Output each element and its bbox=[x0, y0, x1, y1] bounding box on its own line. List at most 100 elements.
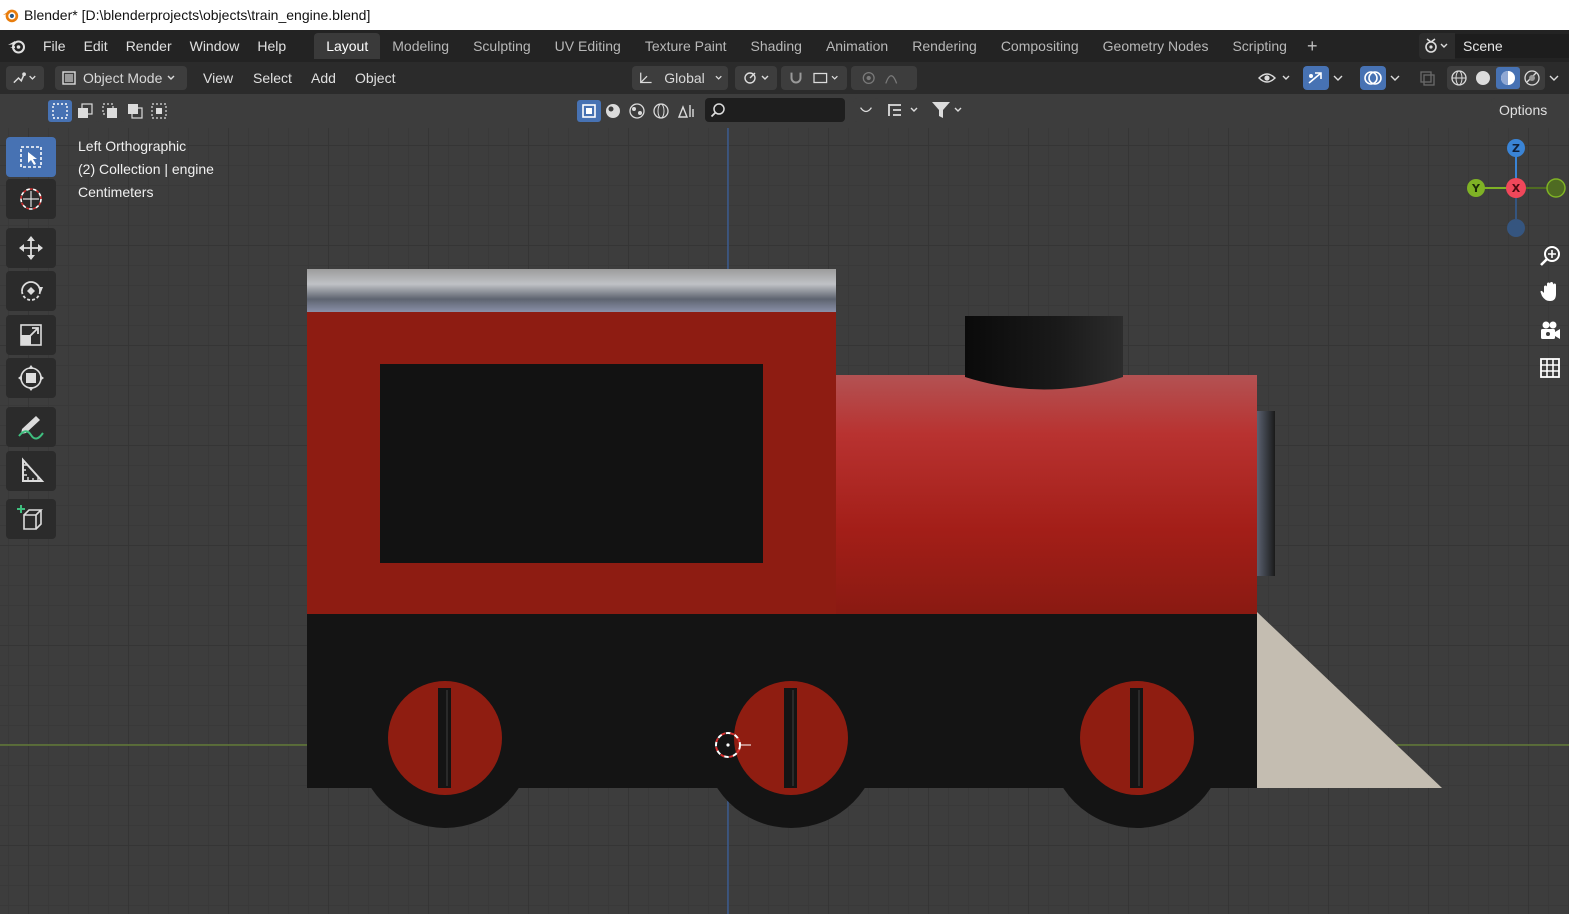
pivot-point-dropdown[interactable] bbox=[735, 66, 777, 90]
pan-button[interactable] bbox=[1533, 275, 1567, 309]
overlays-dropdown[interactable] bbox=[1388, 66, 1408, 90]
texture-icon bbox=[629, 103, 645, 119]
tab-geometry-nodes[interactable]: Geometry Nodes bbox=[1091, 33, 1221, 59]
measure-icon bbox=[22, 457, 45, 482]
menu-render[interactable]: Render bbox=[117, 30, 181, 62]
gizmo-dropdown[interactable] bbox=[1331, 66, 1351, 90]
select-box-tool[interactable] bbox=[6, 137, 56, 177]
menu-add[interactable]: Add bbox=[311, 66, 336, 90]
camera-icon bbox=[1541, 321, 1560, 339]
move-icon bbox=[19, 236, 43, 260]
visibility-dropdown[interactable] bbox=[1257, 66, 1297, 90]
blender-logo-icon bbox=[2, 9, 19, 23]
proportional-edit-icon bbox=[862, 71, 898, 85]
tab-shading[interactable]: Shading bbox=[739, 33, 814, 59]
tab-animation[interactable]: Animation bbox=[814, 33, 900, 59]
selection-mode-group bbox=[48, 100, 170, 122]
object-mode-icon bbox=[62, 71, 76, 85]
window-title: Blender* [D:\blenderprojects\objects\tra… bbox=[24, 7, 371, 23]
cursor-tool[interactable] bbox=[6, 179, 56, 219]
scale-tool[interactable] bbox=[6, 315, 56, 355]
mesh-select-icon bbox=[577, 100, 601, 122]
transform-icon bbox=[18, 365, 44, 391]
snapping-toggle[interactable] bbox=[781, 66, 847, 90]
chevron-down-icon bbox=[1549, 75, 1559, 81]
add-cube-tool[interactable] bbox=[6, 499, 56, 539]
overlays-toggle[interactable] bbox=[1360, 66, 1386, 90]
eye-icon bbox=[1258, 73, 1290, 83]
search-input[interactable] bbox=[705, 98, 845, 122]
transform-tool[interactable] bbox=[6, 358, 56, 398]
select-box-icon bbox=[20, 146, 42, 168]
tab-modeling[interactable]: Modeling bbox=[380, 33, 461, 59]
move-tool[interactable] bbox=[6, 228, 56, 268]
tool-settings-row: Options bbox=[0, 94, 1569, 128]
xray-toggle[interactable] bbox=[1418, 66, 1438, 90]
material-shading-icon bbox=[1496, 67, 1520, 89]
chevron-down-icon bbox=[1390, 75, 1400, 81]
select-subtract-icon bbox=[98, 100, 122, 122]
tab-compositing[interactable]: Compositing bbox=[989, 33, 1091, 59]
tab-layout[interactable]: Layout bbox=[314, 33, 381, 59]
blender-menu-icon[interactable] bbox=[0, 30, 34, 62]
gizmo-neg-z bbox=[1507, 219, 1525, 237]
select-invert-icon bbox=[123, 100, 147, 122]
menu-window[interactable]: Window bbox=[181, 30, 249, 62]
search-icon bbox=[710, 103, 725, 118]
annotate-icon bbox=[18, 416, 44, 440]
camera-view-button[interactable] bbox=[1533, 314, 1567, 348]
ortho-toggle-button[interactable] bbox=[1533, 351, 1567, 385]
editor-type-dropdown[interactable] bbox=[6, 66, 44, 90]
transform-orientation-dropdown[interactable]: Global bbox=[632, 66, 728, 90]
menu-select[interactable]: Select bbox=[253, 66, 292, 90]
chevron-down-icon bbox=[715, 75, 722, 80]
scene-name-field[interactable]: Scene bbox=[1455, 34, 1569, 58]
menu-help[interactable]: Help bbox=[248, 30, 295, 62]
world-icon bbox=[653, 103, 669, 119]
measure-tool[interactable] bbox=[6, 451, 56, 491]
xray-icon bbox=[1420, 71, 1435, 86]
editor-type-icon bbox=[13, 72, 36, 84]
tab-rendering[interactable]: Rendering bbox=[900, 33, 989, 59]
gizmo-toggle[interactable] bbox=[1303, 66, 1329, 90]
menu-file[interactable]: File bbox=[34, 30, 75, 62]
view-name-label: Left Orthographic bbox=[78, 138, 187, 154]
annotate-tool[interactable] bbox=[6, 407, 56, 447]
link-dropdown[interactable] bbox=[853, 98, 879, 122]
grid-icon bbox=[1540, 358, 1560, 378]
3d-viewport[interactable] bbox=[0, 128, 1569, 914]
tab-uv-editing[interactable]: UV Editing bbox=[543, 33, 633, 59]
solid-shading-icon bbox=[1476, 71, 1490, 85]
chevron-down-icon bbox=[167, 75, 175, 80]
rendered-shading-icon bbox=[1524, 70, 1540, 86]
hierarchy-icon bbox=[888, 104, 918, 116]
zoom-icon bbox=[1540, 246, 1560, 266]
orientation-label: Global bbox=[664, 70, 705, 86]
hierarchy-dropdown[interactable] bbox=[885, 98, 925, 122]
menu-edit[interactable]: Edit bbox=[75, 30, 117, 62]
tab-texture-paint[interactable]: Texture Paint bbox=[633, 33, 739, 59]
overlays-icon bbox=[1364, 71, 1382, 85]
scene-icon[interactable] bbox=[1419, 33, 1455, 59]
top-bar: File Edit Render Window Help Layout Mode… bbox=[0, 30, 1569, 62]
gizmo-neg-y bbox=[1546, 178, 1566, 198]
material-icon bbox=[606, 104, 620, 118]
navigation-gizmo[interactable]: Z Y X bbox=[1458, 134, 1566, 238]
proportional-editing-toggle[interactable] bbox=[851, 66, 917, 90]
filter-dropdown[interactable] bbox=[929, 98, 969, 122]
tab-scripting[interactable]: Scripting bbox=[1220, 33, 1298, 59]
viewport-header: Object Mode View Select Add Object Globa… bbox=[0, 62, 1569, 94]
add-workspace-button[interactable]: + bbox=[1299, 33, 1326, 59]
mode-dropdown[interactable]: Object Mode bbox=[55, 66, 187, 90]
menu-object[interactable]: Object bbox=[355, 66, 395, 90]
menu-view[interactable]: View bbox=[203, 66, 233, 90]
pan-hand-icon bbox=[1540, 282, 1556, 301]
rotate-tool[interactable] bbox=[6, 271, 56, 311]
shading-dropdown[interactable] bbox=[1547, 66, 1567, 90]
orientation-axes-icon bbox=[640, 72, 652, 84]
zoom-button[interactable] bbox=[1533, 239, 1567, 273]
options-dropdown[interactable]: Options bbox=[1491, 98, 1569, 122]
tab-sculpting[interactable]: Sculpting bbox=[461, 33, 543, 59]
curve-icon bbox=[860, 107, 872, 113]
rotate-icon bbox=[21, 281, 43, 301]
